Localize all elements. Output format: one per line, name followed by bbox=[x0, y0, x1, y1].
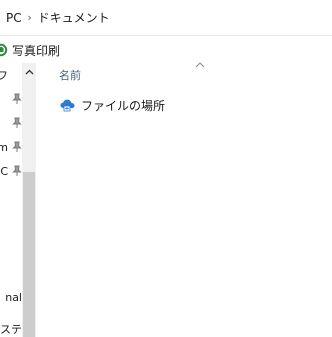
file-name: ファイルの場所 bbox=[81, 98, 166, 113]
nav-scroll-up-button[interactable] bbox=[22, 63, 36, 80]
print-pictures-icon bbox=[0, 43, 8, 57]
pin-icon bbox=[12, 141, 22, 153]
cloud-folder-icon bbox=[59, 97, 77, 113]
command-bar: 写真印刷 bbox=[0, 37, 332, 63]
nav-item-label: m bbox=[0, 140, 8, 154]
print-pictures-button[interactable]: 写真印刷 bbox=[0, 39, 64, 61]
breadcrumb-documents[interactable]: ドキュメント bbox=[38, 9, 110, 26]
pin-icon bbox=[12, 165, 22, 177]
sort-ascending-icon bbox=[195, 62, 205, 68]
chevron-up-icon bbox=[25, 69, 33, 74]
navigation-pane: フ m C nal ステ bbox=[0, 63, 36, 337]
address-bar[interactable]: PC › ドキュメント bbox=[0, 0, 332, 36]
nav-item-quick-3[interactable] bbox=[0, 111, 22, 135]
nav-item-label: フ bbox=[0, 69, 8, 82]
file-list-pane: 名前 ファイルの場所 bbox=[36, 62, 332, 337]
column-header-name[interactable]: 名前 bbox=[59, 67, 81, 83]
file-explorer-window: PC › ドキュメント 写真印刷 フ m C nal ステ 名前 ファイルの場所 bbox=[0, 0, 332, 337]
nav-item-label: C bbox=[0, 164, 8, 178]
nav-scrollbar-thumb[interactable] bbox=[23, 172, 35, 337]
print-pictures-label: 写真印刷 bbox=[12, 43, 61, 58]
nav-item-quick-2[interactable] bbox=[0, 87, 22, 111]
pin-icon bbox=[12, 117, 22, 129]
nav-item-quick-4[interactable]: m bbox=[0, 135, 22, 159]
list-item[interactable]: ファイルの場所 bbox=[59, 95, 165, 115]
nav-item-quick-5[interactable]: C bbox=[0, 159, 22, 183]
nav-item-quick-1[interactable]: フ bbox=[0, 63, 22, 87]
breadcrumb-pc[interactable]: PC bbox=[6, 11, 22, 25]
nav-item-journal[interactable]: nal bbox=[0, 291, 22, 304]
pin-icon bbox=[12, 93, 22, 105]
nav-item-system[interactable]: ステ bbox=[0, 321, 22, 337]
breadcrumb-separator[interactable]: › bbox=[22, 11, 38, 24]
